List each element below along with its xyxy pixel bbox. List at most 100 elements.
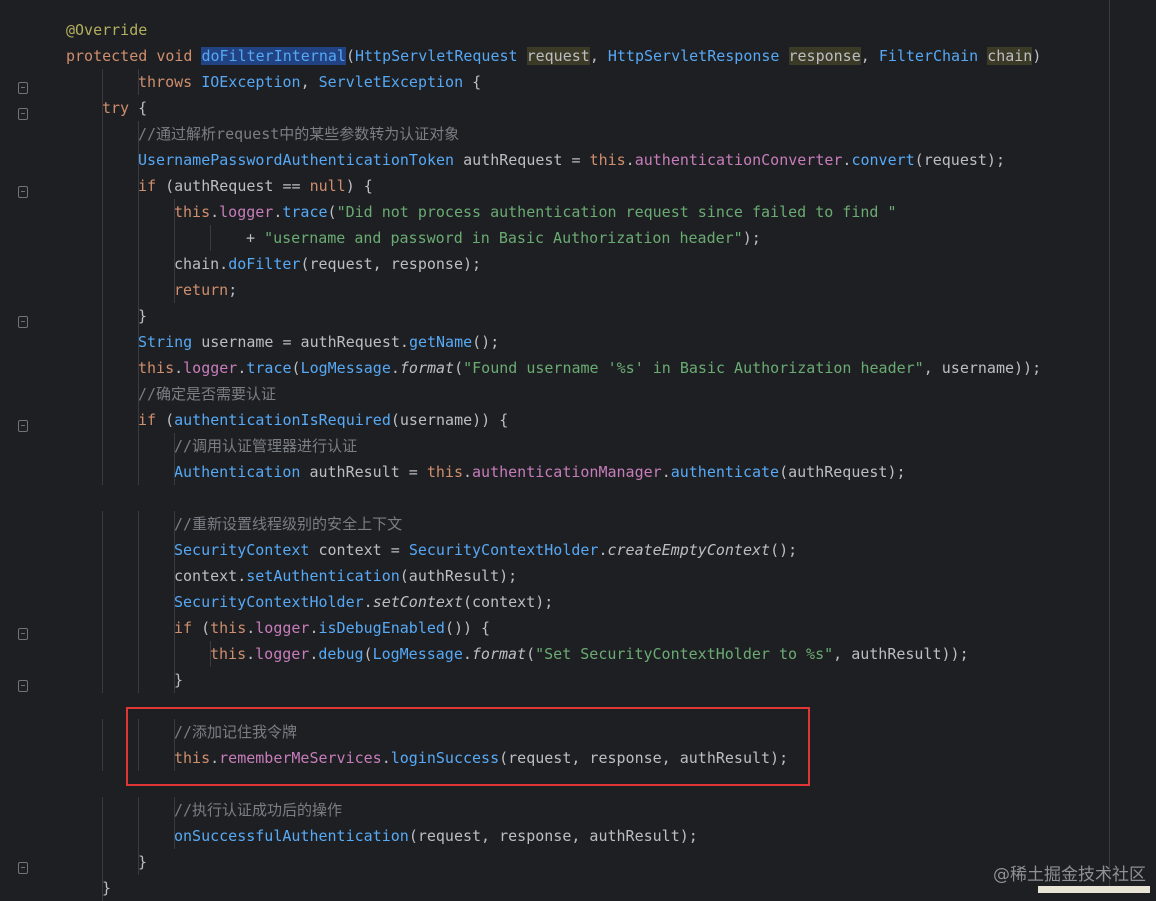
indent-guide xyxy=(102,251,103,277)
code-line[interactable]: @Override xyxy=(66,17,1126,43)
fold-toggle-icon[interactable] xyxy=(18,316,28,328)
code-line[interactable]: Authentication authResult = this.authent… xyxy=(66,459,1126,485)
code-token: (authResult); xyxy=(399,567,518,585)
highlight-box xyxy=(126,707,810,786)
code-token: if xyxy=(138,411,166,429)
code-token: ( xyxy=(165,411,175,429)
code-line[interactable]: SecurityContext context = SecurityContex… xyxy=(66,537,1126,563)
indent-guide xyxy=(102,199,103,225)
code-line[interactable]: //执行认证成功后的操作 xyxy=(66,797,1126,823)
code-line[interactable]: } xyxy=(66,875,1126,901)
indent-guide xyxy=(102,589,103,615)
code-token: convert xyxy=(851,151,915,169)
indent-guide xyxy=(102,303,103,329)
code-token: authenticationIsRequired xyxy=(174,411,391,429)
code-token: ( xyxy=(526,645,536,663)
code-token: , xyxy=(300,73,319,91)
indent-guide xyxy=(174,797,175,823)
code-line[interactable]: protected void doFilterInternal(HttpServ… xyxy=(66,43,1126,69)
code-token: setAuthentication xyxy=(246,567,400,585)
code-token: //确定是否需要认证 xyxy=(138,385,277,403)
code-token: (authRequest); xyxy=(779,463,906,481)
fold-toggle-icon[interactable] xyxy=(18,186,28,198)
code-token: HttpServletResponse xyxy=(607,47,789,65)
code-line[interactable]: context.setAuthentication(authResult); xyxy=(66,563,1126,589)
code-line[interactable]: try { xyxy=(66,95,1126,121)
code-line[interactable]: UsernamePasswordAuthenticationToken auth… xyxy=(66,147,1126,173)
indent-guide xyxy=(174,823,175,849)
code-line[interactable]: if (this.logger.isDebugEnabled()) { xyxy=(66,615,1126,641)
code-token: this xyxy=(174,203,211,221)
code-token: UsernamePasswordAuthenticationToken xyxy=(138,151,464,169)
code-token: doFilterInternal xyxy=(201,47,346,65)
code-line[interactable]: //确定是否需要认证 xyxy=(66,381,1126,407)
code-line[interactable]: String username = authRequest.getName(); xyxy=(66,329,1126,355)
indent-guide xyxy=(138,823,139,849)
code-token: (request, response, authResult); xyxy=(408,827,698,845)
code-token: (context); xyxy=(463,593,554,611)
code-line[interactable]: SecurityContextHolder.setContext(context… xyxy=(66,589,1126,615)
code-token: ( xyxy=(363,645,373,663)
code-token: FilterChain xyxy=(878,47,988,65)
code-token: ) { xyxy=(345,177,373,195)
code-token: ( xyxy=(345,47,355,65)
code-token: (request); xyxy=(914,151,1005,169)
fold-toggle-icon[interactable] xyxy=(18,420,28,432)
code-line[interactable] xyxy=(66,485,1126,511)
code-line[interactable]: //重新设置线程级别的安全上下文 xyxy=(66,511,1126,537)
code-token: (); xyxy=(770,541,798,559)
fold-toggle-icon[interactable] xyxy=(18,680,28,692)
code-line[interactable]: chain.doFilter(request, response); xyxy=(66,251,1126,277)
code-token: "Set SecurityContextHolder to %s" xyxy=(535,645,834,663)
code-line[interactable]: if (authRequest == null) { xyxy=(66,173,1126,199)
code-line[interactable]: + "username and password in Basic Author… xyxy=(66,225,1126,251)
indent-guide xyxy=(138,641,139,667)
code-token: . xyxy=(363,593,373,611)
corner-chip xyxy=(1038,886,1150,893)
indent-guide xyxy=(102,459,103,485)
code-token: try xyxy=(102,99,139,117)
code-token: ; xyxy=(228,281,238,299)
indent-guide xyxy=(174,433,175,459)
indent-guide xyxy=(102,797,103,823)
fold-toggle-icon[interactable] xyxy=(18,862,28,874)
code-token: chain xyxy=(987,47,1033,65)
code-token: LogMessage xyxy=(300,359,391,377)
code-line[interactable]: this.logger.debug(LogMessage.format("Set… xyxy=(66,641,1126,667)
code-token: } xyxy=(102,879,112,897)
fold-toggle-icon[interactable] xyxy=(18,628,28,640)
code-line[interactable]: } xyxy=(66,849,1126,875)
code-token: } xyxy=(138,307,148,325)
code-line[interactable]: throws IOException, ServletException { xyxy=(66,69,1126,95)
indent-guide xyxy=(102,173,103,199)
code-token: . xyxy=(598,541,608,559)
code-token: this xyxy=(426,463,463,481)
indent-guide xyxy=(138,589,139,615)
code-line[interactable]: } xyxy=(66,667,1126,693)
code-token: throws xyxy=(138,73,202,91)
code-line[interactable]: //调用认证管理器进行认证 xyxy=(66,433,1126,459)
indent-guide xyxy=(138,251,139,277)
code-token: null xyxy=(309,177,346,195)
fold-toggle-icon[interactable] xyxy=(18,82,28,94)
indent-guide xyxy=(102,225,103,251)
fold-toggle-icon[interactable] xyxy=(18,108,28,120)
code-line[interactable]: //通过解析request中的某些参数转为认证对象 xyxy=(66,121,1126,147)
code-line[interactable]: onSuccessfulAuthentication(request, resp… xyxy=(66,823,1126,849)
code-token: isDebugEnabled xyxy=(318,619,445,637)
code-token: onSuccessfulAuthentication xyxy=(174,827,409,845)
code-token: SecurityContextHolder xyxy=(174,593,364,611)
indent-guide xyxy=(138,173,139,199)
code-line[interactable]: return; xyxy=(66,277,1126,303)
code-token: HttpServletRequest xyxy=(355,47,527,65)
indent-guide xyxy=(138,199,139,225)
code-line[interactable]: } xyxy=(66,303,1126,329)
code-line[interactable]: this.logger.trace("Did not process authe… xyxy=(66,199,1126,225)
indent-guide xyxy=(174,537,175,563)
code-token: . xyxy=(661,463,671,481)
code-token: //调用认证管理器进行认证 xyxy=(174,437,358,455)
code-line[interactable]: if (authenticationIsRequired(username)) … xyxy=(66,407,1126,433)
code-line[interactable]: this.logger.trace(LogMessage.format("Fou… xyxy=(66,355,1126,381)
indent-guide xyxy=(138,459,139,485)
code-token: { xyxy=(138,99,148,117)
